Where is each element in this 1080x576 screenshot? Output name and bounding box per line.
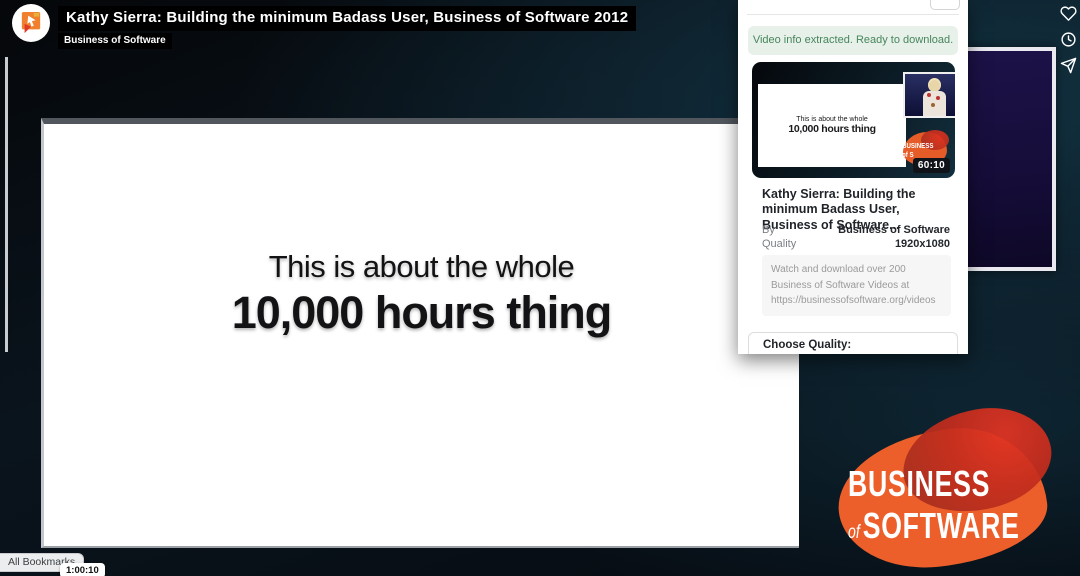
heart-icon[interactable] [1060, 5, 1077, 22]
duration-badge: 60:10 [913, 158, 950, 173]
status-banner: Video info extracted. Ready to download. [748, 26, 958, 55]
video-thumbnail-card[interactable]: This is about the whole 10,000 hours thi… [752, 62, 955, 178]
by-label: By [762, 224, 775, 236]
slide-text: This is about the whole 10,000 hours thi… [44, 249, 799, 339]
slide-line-2: 10,000 hours thing [44, 287, 799, 339]
side-stage-screen [962, 47, 1056, 271]
bos-stage-logo: BUSINESS of SOFTWARE [832, 408, 1068, 570]
meta-row-by: By Business of Software [762, 224, 950, 236]
seek-time-badge: 1:00:10 [60, 563, 105, 576]
channel-avatar[interactable] [12, 4, 50, 42]
clock-icon[interactable] [1060, 31, 1077, 48]
video-stage: This is about the whole 10,000 hours thi… [0, 0, 1080, 576]
thumbnail-slide: This is about the whole 10,000 hours thi… [758, 84, 906, 167]
popup-partial-button[interactable] [930, 0, 960, 10]
video-channel-overlay[interactable]: Business of Software [58, 33, 172, 49]
quality-label: Quality [762, 238, 796, 250]
meta-row-quality: Quality 1920x1080 [762, 238, 950, 250]
video-title-overlay[interactable]: Kathy Sierra: Building the minimum Badas… [58, 6, 636, 31]
speaker-inset-image [903, 72, 955, 118]
popup-divider [747, 14, 959, 15]
choose-quality-label: Choose Quality: [763, 339, 851, 351]
video-description: Watch and download over 200 Business of … [762, 255, 951, 316]
choose-quality-section[interactable]: Choose Quality: [748, 332, 958, 354]
quality-value: 1920x1080 [895, 238, 950, 250]
bos-channel-logo-icon [20, 11, 42, 35]
send-icon[interactable] [1060, 57, 1077, 74]
thumbnail-slide-line-2: 10,000 hours thing [788, 123, 875, 135]
bos-logo-text: BUSINESS of SOFTWARE [848, 466, 1080, 544]
downloader-popup: Video info extracted. Ready to download.… [738, 0, 968, 354]
thumbnail-slide-line-1: This is about the whole [796, 116, 868, 123]
by-value: Business of Software [838, 224, 950, 236]
presentation-screen: This is about the whole 10,000 hours thi… [41, 118, 799, 548]
player-action-icons [1060, 5, 1077, 74]
slide-line-1: This is about the whole [44, 249, 799, 285]
stage-screen-edge [5, 57, 8, 352]
